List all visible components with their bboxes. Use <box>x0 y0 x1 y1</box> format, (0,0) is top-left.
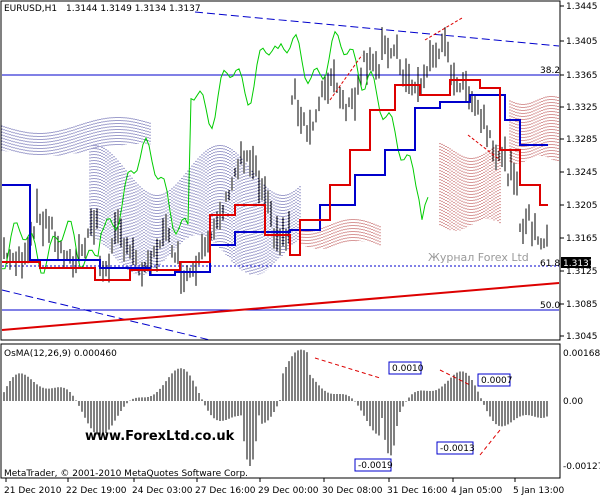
time-tick-label: 27 Dec 16:00 <box>195 486 256 496</box>
price-axis: 1.3445 1.3405 1.3365 1.3325 1.3285 1.3245 1.32… <box>560 2 598 342</box>
time-tick-label: 29 Dec 00:00 <box>258 486 319 496</box>
svg-text:-0.0019: -0.0019 <box>358 461 393 471</box>
price-tick-label: 1.3445 <box>566 2 598 12</box>
osma-tick-bottom: -0.00127 <box>563 462 600 472</box>
osma-tick-top: 0.00168 <box>563 349 600 359</box>
time-axis: 21 Dec 2010 22 Dec 19:00 24 Dec 03:00 27 De… <box>4 478 565 496</box>
chart-area[interactable]: EURUSD,H1 1.3144 1.3149 1.3134 1.3137 38… <box>0 0 600 500</box>
site-url: www.ForexLtd.co.uk <box>85 429 235 444</box>
time-tick-label: 5 Jan 13:00 <box>513 486 565 496</box>
price-tick-label: 1.3045 <box>566 332 598 342</box>
price-tick-label: 1.3285 <box>566 135 598 145</box>
ohlc-readout: 1.3144 1.3149 1.3134 1.3137 <box>66 4 201 14</box>
fib-label-50: 50.0 <box>540 301 560 311</box>
price-tick-label: 1.3325 <box>566 103 598 113</box>
time-tick-label: 22 Dec 19:00 <box>66 486 127 496</box>
fib-label-38: 38.2 <box>540 66 560 76</box>
time-tick-label: 4 Jan 05:00 <box>451 486 503 496</box>
watermark-text: Журнал Forex Ltd <box>428 251 529 264</box>
price-tick-label: 1.3165 <box>566 234 598 244</box>
svg-text:0.0010: 0.0010 <box>392 364 424 374</box>
osma-tick-zero: 0.00 <box>563 397 583 407</box>
copyright-text: MetaTrader, © 2001-2010 MetaQuotes Softw… <box>4 469 248 479</box>
fib-label-61: 61.8 <box>540 259 560 269</box>
price-tick-label: 1.3365 <box>566 71 598 81</box>
svg-text:0.0007: 0.0007 <box>481 376 513 386</box>
osma-label-2: 0.0007 <box>477 373 513 387</box>
price-tick-label: 1.3405 <box>566 37 598 47</box>
osma-title: OsMA(12,26,9) 0.000460 <box>4 349 117 359</box>
time-tick-label: 24 Dec 03:00 <box>132 486 193 496</box>
price-tick-label: 1.3205 <box>566 201 598 211</box>
osma-label-4: -0.0019 <box>354 458 393 472</box>
price-tick-label: 1.3245 <box>566 168 598 178</box>
symbol-title: EURUSD,H1 <box>4 4 57 14</box>
osma-label-1: 0.0010 <box>388 361 424 375</box>
price-tick-label: 1.3085 <box>566 300 598 310</box>
svg-text:-0.0013: -0.0013 <box>440 444 475 454</box>
time-tick-label: 30 Dec 08:00 <box>322 486 383 496</box>
time-tick-label: 21 Dec 2010 <box>4 486 62 496</box>
current-price-text: 1.3137 <box>563 259 595 269</box>
time-tick-label: 31 Dec 16:00 <box>387 486 448 496</box>
osma-label-3: -0.0013 <box>436 441 475 455</box>
